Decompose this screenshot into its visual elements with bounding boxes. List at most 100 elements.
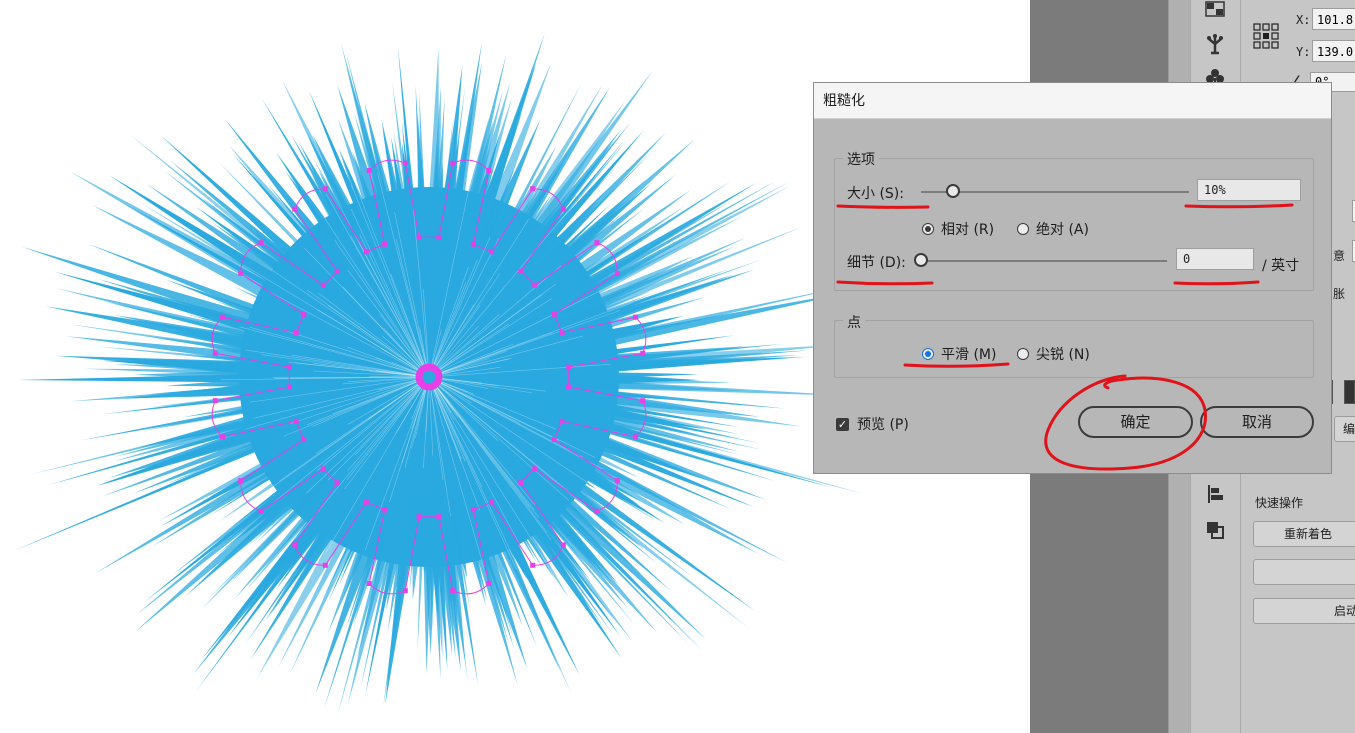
anchor-point[interactable] xyxy=(566,384,572,390)
points-group-title: 点 xyxy=(843,312,865,332)
corner-radio[interactable]: 尖锐 (N) xyxy=(1017,344,1090,364)
detail-input[interactable]: 0 xyxy=(1176,248,1254,270)
anchor-point[interactable] xyxy=(366,581,372,586)
anchor-point[interactable] xyxy=(551,437,557,443)
align-icon[interactable] xyxy=(1202,483,1228,505)
anchor-point[interactable] xyxy=(614,270,620,276)
recolor-button[interactable]: 重新着色 xyxy=(1253,521,1355,547)
anchor-point[interactable] xyxy=(560,206,566,212)
anchor-point[interactable] xyxy=(489,249,495,255)
absolute-radio-label: 绝对 (A) xyxy=(1036,222,1089,238)
anchor-point[interactable] xyxy=(640,350,646,356)
puppet-warp-icon[interactable] xyxy=(1202,33,1228,55)
corner-radio-dot xyxy=(1017,348,1029,360)
anchor-point[interactable] xyxy=(293,418,299,424)
anchor-point[interactable] xyxy=(614,478,620,484)
anchor-point[interactable] xyxy=(436,234,442,240)
dialog-title: 粗糙化 xyxy=(814,83,1331,119)
anchor-point[interactable] xyxy=(212,350,218,356)
smooth-radio[interactable]: 平滑 (M) xyxy=(922,344,996,364)
anchor-point[interactable] xyxy=(633,314,638,320)
anchor-point[interactable] xyxy=(566,364,572,370)
ok-button[interactable]: 确定 xyxy=(1078,406,1193,438)
anchor-point[interactable] xyxy=(489,499,495,505)
anchor-point[interactable] xyxy=(292,542,298,548)
options-group-title: 选项 xyxy=(843,149,879,169)
anchor-point[interactable] xyxy=(363,499,369,505)
anchor-point[interactable] xyxy=(292,206,298,212)
size-label: 大小 (S): xyxy=(847,186,904,202)
anchor-point[interactable] xyxy=(486,168,492,173)
relative-radio-dot xyxy=(922,223,934,235)
launch-label: 启动 xyxy=(1334,604,1355,618)
anchor-point[interactable] xyxy=(334,480,340,486)
anchor-point[interactable] xyxy=(301,311,307,317)
size-slider-track[interactable] xyxy=(921,191,1189,193)
anchor-point[interactable] xyxy=(402,160,408,166)
quick-actions-heading: 快速操作 xyxy=(1255,496,1304,510)
grid-icon[interactable] xyxy=(1202,0,1228,20)
anchor-point[interactable] xyxy=(594,508,600,514)
launch-button[interactable]: 启动 xyxy=(1253,598,1355,624)
anchor-point[interactable] xyxy=(293,330,299,336)
anchor-point[interactable] xyxy=(640,398,646,404)
anchor-point[interactable] xyxy=(594,240,600,246)
anchor-point[interactable] xyxy=(518,268,524,274)
absolute-radio-dot xyxy=(1017,223,1029,235)
anchor-point[interactable] xyxy=(220,314,225,320)
y-field[interactable]: 139.0 xyxy=(1312,40,1355,62)
anchor-point[interactable] xyxy=(633,434,638,440)
edit-button[interactable]: 编 xyxy=(1334,416,1355,442)
anchor-point[interactable] xyxy=(532,466,538,472)
absolute-radio[interactable]: 绝对 (A) xyxy=(1017,219,1089,239)
anchor-point[interactable] xyxy=(238,478,244,484)
anchor-point[interactable] xyxy=(322,562,328,568)
anchor-point[interactable] xyxy=(518,480,524,486)
quick-action-button[interactable] xyxy=(1253,559,1355,585)
anchor-point[interactable] xyxy=(416,514,422,520)
size-input[interactable]: 10% xyxy=(1197,179,1301,201)
anchor-point[interactable] xyxy=(382,507,388,513)
anchor-point[interactable] xyxy=(551,311,557,317)
preview-checkbox[interactable]: ✓ 预览 (P) xyxy=(836,414,909,434)
anchor-point[interactable] xyxy=(436,514,442,520)
relative-radio[interactable]: 相对 (R) xyxy=(922,219,994,239)
anchor-point[interactable] xyxy=(301,437,307,443)
anchor-point[interactable] xyxy=(559,330,565,336)
anchor-point[interactable] xyxy=(238,270,244,276)
anchor-point[interactable] xyxy=(320,282,326,288)
anchor-point[interactable] xyxy=(382,241,388,247)
anchor-point[interactable] xyxy=(363,249,369,255)
anchor-point[interactable] xyxy=(532,282,538,288)
detail-slider-track[interactable] xyxy=(921,260,1167,262)
anchor-point[interactable] xyxy=(450,160,456,166)
anchor-point[interactable] xyxy=(320,466,326,472)
cancel-button[interactable]: 取消 xyxy=(1200,406,1314,438)
anchor-point[interactable] xyxy=(212,398,218,404)
anchor-point[interactable] xyxy=(559,418,565,424)
anchor-point[interactable] xyxy=(334,268,340,274)
anchor-point[interactable] xyxy=(322,186,328,192)
anchor-point[interactable] xyxy=(530,562,536,568)
anchor-point[interactable] xyxy=(416,234,422,240)
anchor-point[interactable] xyxy=(258,240,264,246)
anchor-point[interactable] xyxy=(220,434,225,440)
anchor-point[interactable] xyxy=(486,581,492,586)
detail-slider-thumb[interactable] xyxy=(914,253,928,267)
anchor-point[interactable] xyxy=(470,507,476,513)
anchor-point[interactable] xyxy=(286,384,292,390)
anchor-point[interactable] xyxy=(450,588,456,594)
pathfinder-icon[interactable] xyxy=(1202,519,1228,541)
anchor-point[interactable] xyxy=(560,542,566,548)
anchor-point[interactable] xyxy=(366,168,372,173)
reference-point-icon[interactable] xyxy=(1252,22,1280,50)
x-field[interactable]: 101.8 xyxy=(1312,8,1355,30)
anchor-point[interactable] xyxy=(530,186,536,192)
checkmark-icon: ✓ xyxy=(836,417,849,431)
anchor-point[interactable] xyxy=(286,364,292,370)
x-label: X: xyxy=(1296,13,1311,27)
anchor-point[interactable] xyxy=(470,241,476,247)
anchor-point[interactable] xyxy=(258,508,264,514)
anchor-point[interactable] xyxy=(402,588,408,594)
fill-swatch[interactable] xyxy=(1344,380,1355,404)
